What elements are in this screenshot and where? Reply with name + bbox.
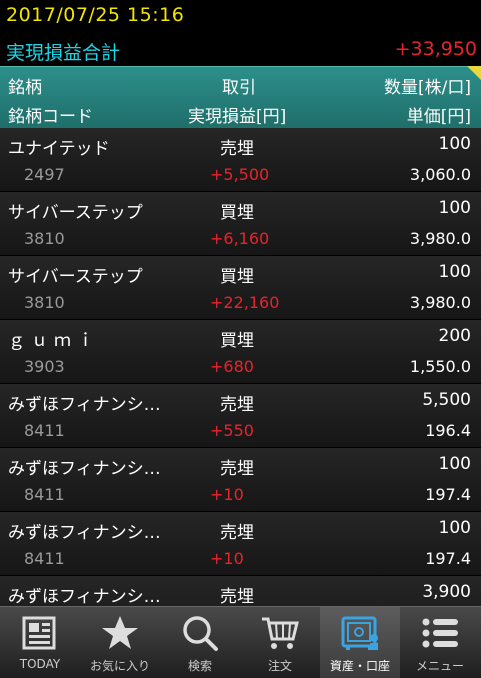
header-qty: 数量[株/口] xyxy=(384,78,471,98)
header-trade: 取引 xyxy=(222,78,256,98)
stock-name: みずほフィナンシ… xyxy=(8,459,161,479)
trade-type: 売埋 xyxy=(220,459,254,479)
stock-code: 8411 xyxy=(24,549,65,568)
realized-pl: +10 xyxy=(210,485,244,504)
bottom-tab-bar: TODAY お気に入り 検索 注文 資産・口座 メニュー xyxy=(0,606,481,678)
stock-code: 3810 xyxy=(24,229,65,248)
unit-price: 3,980.0 xyxy=(409,293,471,312)
stock-code: 3903 xyxy=(24,357,65,376)
header-price: 単価[円] xyxy=(406,107,471,127)
tab-label: 資産・口座 xyxy=(329,659,390,673)
table-row[interactable]: みずほフィナンシ… 売埋 100 8411 +10 197.4 xyxy=(0,512,481,576)
unit-price: 197.4 xyxy=(425,549,471,568)
quantity: 100 xyxy=(438,198,471,218)
stock-name: サイバーステップ xyxy=(8,267,143,287)
stock-code: 8411 xyxy=(24,421,65,440)
table-header: 銘柄 取引 数量[株/口] 銘柄コード 実現損益[円] 単価[円] xyxy=(0,66,481,130)
stock-code: 2497 xyxy=(24,165,65,184)
unit-price: 3,980.0 xyxy=(409,229,471,248)
unit-price: 1,550.0 xyxy=(409,357,471,376)
realized-pl-summary: 実現損益合計 +33,950 xyxy=(0,36,481,66)
trade-type: 売埋 xyxy=(220,523,254,543)
realized-pl: +6,160 xyxy=(210,229,270,248)
tab-favorites[interactable]: お気に入り xyxy=(80,607,160,678)
tab-label: 検索 xyxy=(187,659,212,673)
tab-label: TODAY xyxy=(19,657,61,671)
stock-name: みずほフィナンシ… xyxy=(8,395,161,415)
quantity: 200 xyxy=(438,326,471,346)
tab-label: お気に入り xyxy=(89,659,150,673)
sort-corner-marker xyxy=(467,66,481,80)
unit-price: 197.4 xyxy=(425,485,471,504)
status-bar: 2017/07/25 15:16 xyxy=(0,0,481,36)
header-pl: 実現損益[円] xyxy=(188,107,287,127)
tab-label: メニュー xyxy=(415,659,464,673)
stock-name: みずほフィナンシ… xyxy=(8,587,161,606)
quantity: 100 xyxy=(438,262,471,282)
summary-label: 実現損益合計 xyxy=(6,42,121,64)
cart-icon xyxy=(262,617,299,649)
realized-pl: +22,160 xyxy=(210,293,280,312)
stock-name: サイバーステップ xyxy=(8,203,143,223)
menu-list-icon xyxy=(422,618,458,648)
trade-list[interactable]: ユナイテッド 売埋 100 2497 +5,500 3,060.0 サイバーステ… xyxy=(0,128,481,606)
header-name: 銘柄 xyxy=(8,78,42,98)
table-row[interactable]: みずほフィナンシ… 売埋 3,900 xyxy=(0,576,481,606)
trade-type: 買埋 xyxy=(220,267,254,287)
quantity: 3,900 xyxy=(422,582,471,602)
table-row[interactable]: ユナイテッド 売埋 100 2497 +5,500 3,060.0 xyxy=(0,128,481,192)
stock-code: 8411 xyxy=(24,485,65,504)
realized-pl: +5,500 xyxy=(210,165,270,184)
trade-type: 買埋 xyxy=(220,203,254,223)
stock-name: みずほフィナンシ… xyxy=(8,523,161,543)
quantity: 100 xyxy=(438,454,471,474)
tab-menu[interactable]: メニュー xyxy=(400,607,480,678)
star-icon xyxy=(102,616,138,649)
header-code: 銘柄コード xyxy=(8,107,93,127)
quantity: 100 xyxy=(438,518,471,538)
quantity: 5,500 xyxy=(422,390,471,410)
realized-pl: +10 xyxy=(210,549,244,568)
quantity: 100 xyxy=(438,134,471,154)
realized-pl: +680 xyxy=(210,357,254,376)
trade-type: 売埋 xyxy=(220,139,254,159)
table-row[interactable]: ｇｕｍｉ 買埋 200 3903 +680 1,550.0 xyxy=(0,320,481,384)
trade-type: 売埋 xyxy=(220,395,254,415)
search-icon xyxy=(183,616,218,651)
tab-assets-account[interactable]: 資産・口座 xyxy=(320,607,400,678)
stock-name: ｇｕｍｉ xyxy=(8,331,100,351)
tab-label: 注文 xyxy=(267,659,292,673)
summary-value: +33,950 xyxy=(394,38,477,60)
table-row[interactable]: サイバーステップ 買埋 100 3810 +22,160 3,980.0 xyxy=(0,256,481,320)
safe-icon xyxy=(341,616,378,650)
unit-price: 196.4 xyxy=(425,421,471,440)
trade-type: 売埋 xyxy=(220,587,254,606)
tab-search[interactable]: 検索 xyxy=(160,607,240,678)
table-row[interactable]: サイバーステップ 買埋 100 3810 +6,160 3,980.0 xyxy=(0,192,481,256)
trade-type: 買埋 xyxy=(220,331,254,351)
tab-order[interactable]: 注文 xyxy=(240,607,320,678)
unit-price: 3,060.0 xyxy=(409,165,471,184)
stock-name: ユナイテッド xyxy=(8,139,110,159)
stock-code: 3810 xyxy=(24,293,65,312)
newspaper-icon xyxy=(22,616,56,650)
realized-pl: +550 xyxy=(210,421,254,440)
datetime: 2017/07/25 15:16 xyxy=(6,4,185,26)
tab-today[interactable]: TODAY xyxy=(0,607,80,678)
table-row[interactable]: みずほフィナンシ… 売埋 100 8411 +10 197.4 xyxy=(0,448,481,512)
table-row[interactable]: みずほフィナンシ… 売埋 5,500 8411 +550 196.4 xyxy=(0,384,481,448)
